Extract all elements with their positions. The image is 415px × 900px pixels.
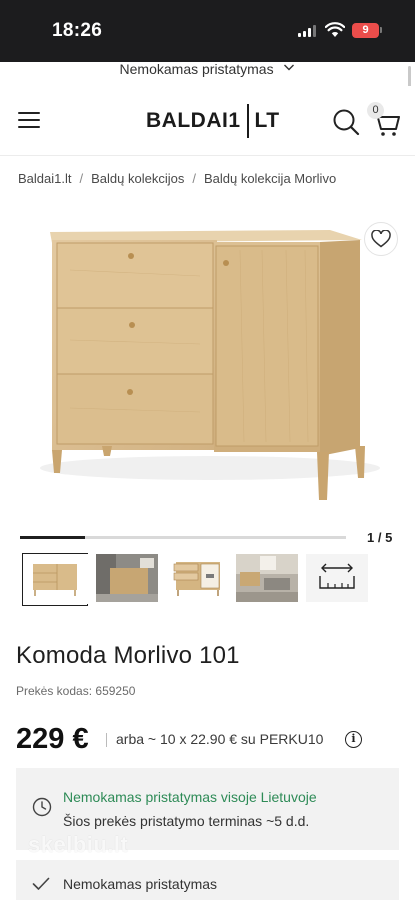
thumbnail-strip xyxy=(22,553,402,606)
hamburger-menu-icon[interactable] xyxy=(18,112,40,128)
battery-nub xyxy=(380,27,382,33)
thumbnail-dimensions[interactable] xyxy=(306,554,372,604)
heart-icon xyxy=(371,230,391,248)
thumbnail[interactable] xyxy=(236,554,302,604)
gallery-progress xyxy=(20,536,346,539)
gallery-progress-fill xyxy=(20,536,86,539)
info-icon[interactable]: i xyxy=(345,731,362,748)
logo-text-left: BALDAI1 xyxy=(146,109,241,132)
sku-label: Prekės kodas: xyxy=(16,684,93,698)
search-icon[interactable] xyxy=(332,108,360,136)
wishlist-button[interactable] xyxy=(364,222,398,256)
breadcrumb-current[interactable]: Baldų kolekcija Morlivo xyxy=(204,171,336,186)
wifi-icon xyxy=(325,22,345,37)
sku-value: 659250 xyxy=(95,684,136,698)
breadcrumb-separator: / xyxy=(79,171,84,186)
logo-divider xyxy=(246,104,249,138)
cart-button[interactable]: 0 xyxy=(367,102,403,138)
breadcrumb: Baldai1.lt / Baldų kolekcijos / Baldų kolekc… xyxy=(18,171,336,186)
price-divider xyxy=(106,733,107,747)
status-bar: 18:26 9 xyxy=(0,0,415,62)
cart-count-badge: 0 xyxy=(367,102,384,119)
product-title: Komoda Morlivo 101 xyxy=(16,642,240,669)
thumbnail[interactable] xyxy=(168,554,234,604)
product-price: 229 € xyxy=(16,723,89,755)
check-icon xyxy=(32,877,50,890)
logo-text-right: LT xyxy=(254,109,280,132)
product-main-image[interactable] xyxy=(0,210,415,520)
battery-icon: 9 xyxy=(352,23,379,38)
thumbnail[interactable] xyxy=(96,554,162,604)
thumbnail-image-open xyxy=(168,554,230,602)
ruler-icon xyxy=(306,554,368,602)
watermark: skelbiu.lt xyxy=(28,832,129,857)
feature-text: Nemokamas pristatymas xyxy=(63,876,218,892)
chevron-down-icon xyxy=(284,64,295,71)
feature-card: Nemokamas pristatymas xyxy=(16,860,399,900)
thumbnail[interactable] xyxy=(22,553,89,606)
status-time: 18:26 xyxy=(52,20,103,41)
breadcrumb-collections[interactable]: Baldų kolekcijos xyxy=(91,171,184,186)
delivery-title: Nemokamas pristatymas visoje Lietuvoje xyxy=(63,789,317,805)
promo-bar[interactable]: Nemokamas pristatymas xyxy=(0,62,415,86)
breadcrumb-home[interactable]: Baldai1.lt xyxy=(18,171,71,186)
site-header: BALDAI1 LT 0 xyxy=(0,86,415,156)
thumbnail-image-dresser xyxy=(23,554,89,604)
thumbnail-image-livingroom xyxy=(236,554,298,602)
site-logo[interactable]: BALDAI1 LT xyxy=(146,103,280,139)
product-sku: Prekės kodas: 659250 xyxy=(16,684,135,698)
dresser-illustration xyxy=(40,230,380,500)
promo-text: Nemokamas pristatymas xyxy=(119,61,274,77)
delivery-subtitle: Šios prekės pristatymo terminas ~5 d.d. xyxy=(63,813,310,829)
gallery-counter: 1 / 5 xyxy=(367,530,393,545)
breadcrumb-separator: / xyxy=(192,171,196,186)
thumbnail-image-room xyxy=(96,554,158,602)
signal-icon xyxy=(298,25,318,37)
installment-offer: arba ~ 10 x 22.90 € su PERKU10 xyxy=(116,731,324,747)
clock-icon xyxy=(32,797,52,817)
